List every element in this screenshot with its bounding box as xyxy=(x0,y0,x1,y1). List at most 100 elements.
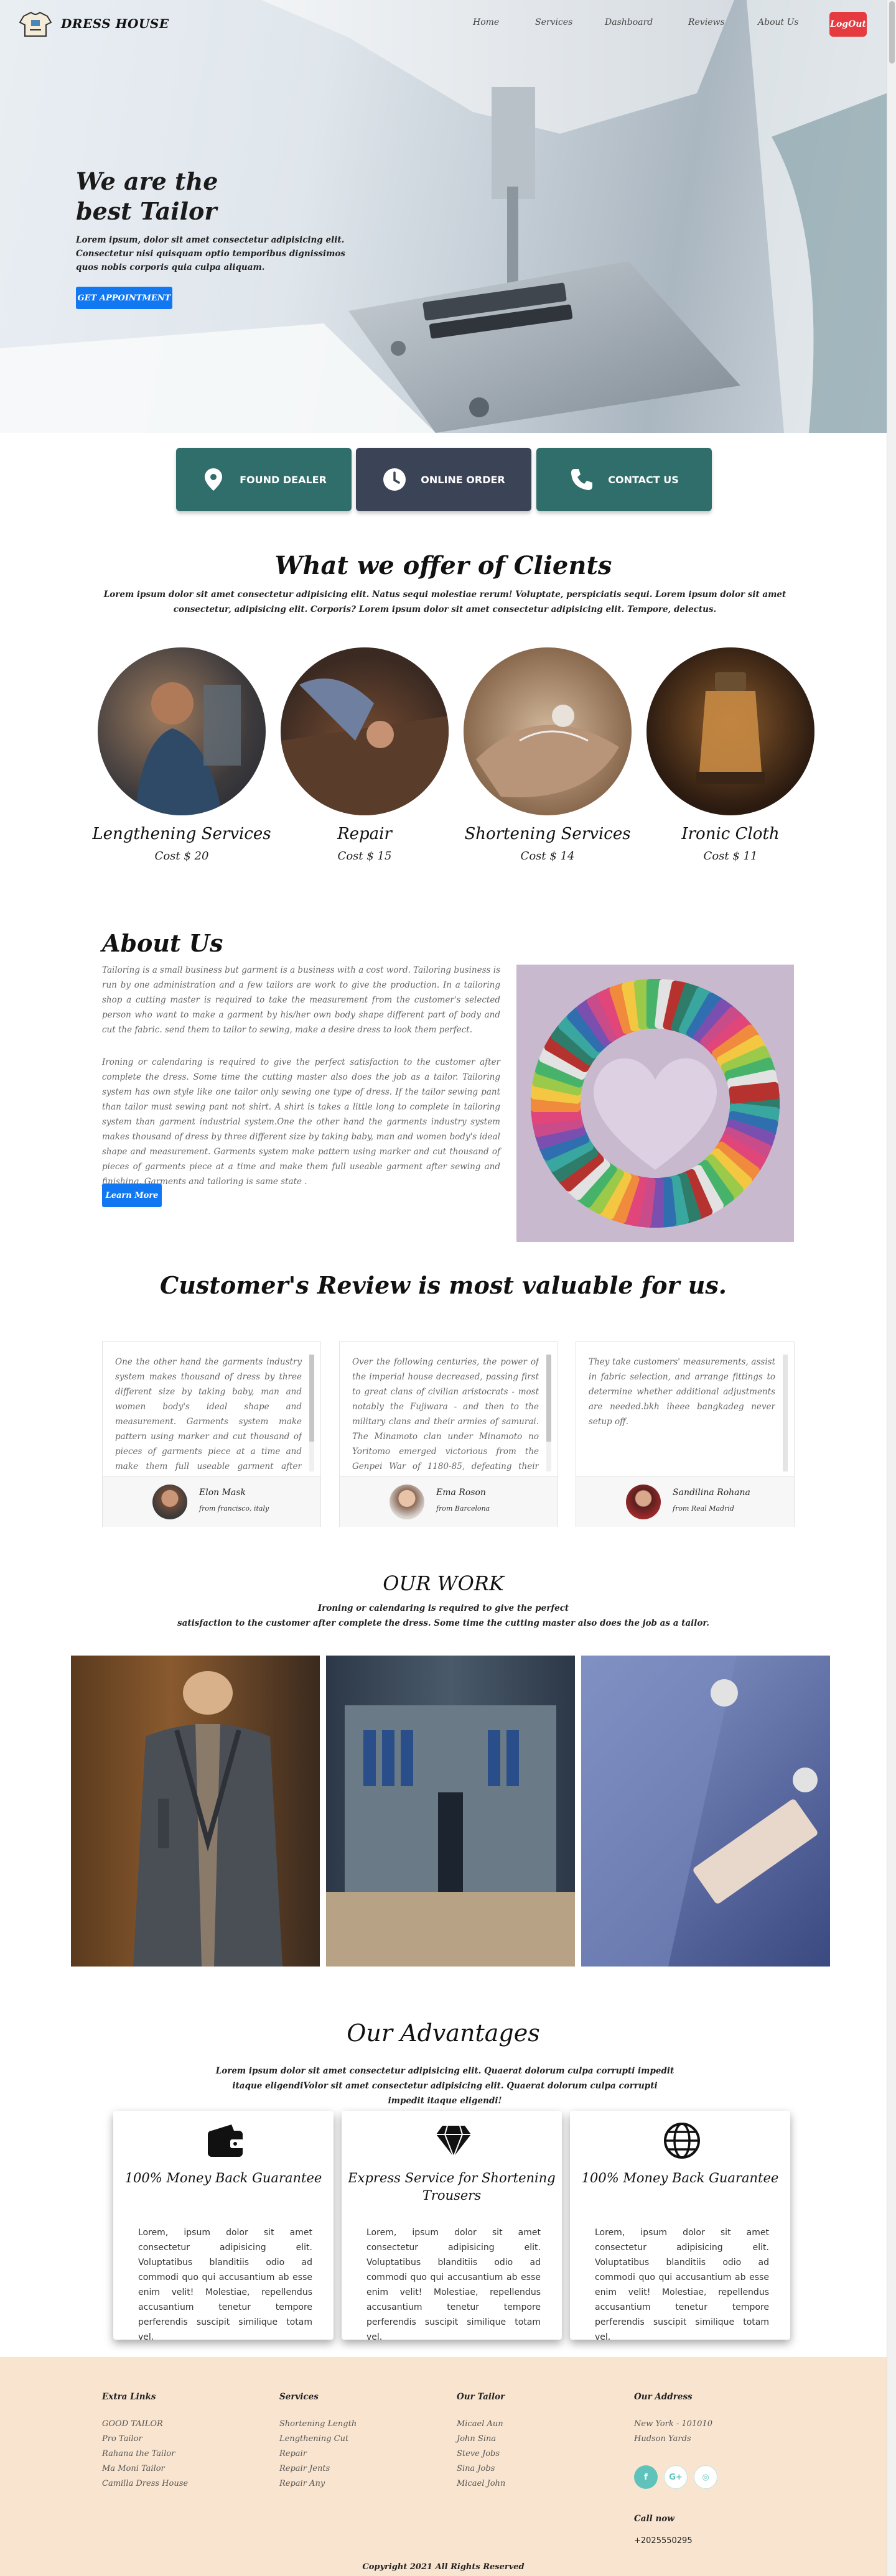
footer-link[interactable]: Sina Jobs xyxy=(457,2462,495,2476)
service-name-ironic-cloth: Ironic Cloth xyxy=(681,825,780,843)
footer-heading-services: Services xyxy=(279,2392,319,2402)
review-scrollbar-thumb[interactable] xyxy=(309,1355,314,1442)
online-order-label: ONLINE ORDER xyxy=(421,473,505,486)
avatar xyxy=(626,1485,661,1519)
footer-link[interactable]: Repair xyxy=(279,2447,307,2462)
review-scrollbar-thumb[interactable] xyxy=(783,1355,788,1471)
footer-phone[interactable]: +2025550295 xyxy=(634,2534,693,2549)
about-paragraph-2: Ironing or calendaring is required to gi… xyxy=(102,1057,500,1187)
footer-address: New York - 101010 Hudson Yards xyxy=(634,2419,712,2444)
about-title: About Us xyxy=(102,929,223,957)
thread-heart-image xyxy=(516,965,794,1242)
facebook-icon[interactable]: f xyxy=(634,2465,658,2489)
advantage-title: 100% Money Back Guarantee xyxy=(581,2171,779,2185)
review-scrollbar[interactable] xyxy=(546,1355,551,1471)
globe-icon xyxy=(664,2123,700,2159)
footer-link[interactable]: Micael Aun xyxy=(457,2417,503,2432)
offer-subtitle: Lorem ipsum dolor sit amet consectetur a… xyxy=(103,590,786,614)
service-name-shortening: Shortening Services xyxy=(464,825,631,843)
reviewer-location: from Barcelona xyxy=(436,1504,490,1513)
google-plus-icon[interactable]: G+ xyxy=(664,2465,688,2489)
found-dealer-button[interactable]: FOUND DEALER xyxy=(176,448,352,511)
offer-title: What we offer of Clients xyxy=(274,551,612,580)
review-card: Over the following centuries, the power … xyxy=(339,1341,558,1527)
found-dealer-label: FOUND DEALER xyxy=(240,473,327,486)
footer-heading-our-tailor: Our Tailor xyxy=(457,2392,505,2402)
advantage-card: 100% Money Back Guarantee Lorem, ipsum d… xyxy=(570,2111,790,2342)
get-appointment-button[interactable]: GET APPOINTMENT xyxy=(76,287,172,309)
advantage-title: Express Service for Shortening Trousers xyxy=(348,2171,556,2203)
service-name-repair: Repair xyxy=(337,825,392,843)
advantage-card: 100% Money Back Guarantee Lorem, ipsum d… xyxy=(113,2111,334,2342)
reviewer-name: Ema Roson xyxy=(436,1488,486,1498)
contact-us-label: CONTACT US xyxy=(608,473,679,486)
review-scrollbar[interactable] xyxy=(309,1355,314,1471)
review-text: They take customers' measurements, assis… xyxy=(589,1357,775,1427)
footer-link[interactable]: Camilla Dress House xyxy=(102,2476,188,2491)
service-name-lengthening: Lengthening Services xyxy=(92,825,271,843)
hero-text: Lorem ipsum, dolor sit amet consectetur … xyxy=(76,235,346,272)
footer-link[interactable]: John Sina xyxy=(457,2432,496,2447)
lengthening-image xyxy=(98,647,266,815)
advantage-card: Express Service for Shortening Trousers … xyxy=(342,2111,562,2342)
advantage-text: Lorem, ipsum dolor sit amet consectetur … xyxy=(138,2228,312,2342)
footer-call-heading: Call now xyxy=(634,2514,674,2524)
review-scrollbar[interactable] xyxy=(783,1355,788,1471)
contact-us-button[interactable]: CONTACT US xyxy=(536,448,712,511)
avatar xyxy=(152,1485,187,1519)
service-cost-ironic-cloth: Cost $ 11 xyxy=(703,850,758,863)
ironic-cloth-image xyxy=(646,647,814,815)
wallet-icon xyxy=(208,2124,244,2157)
footer-link[interactable]: Ma Moni Tailor xyxy=(102,2462,165,2476)
review-text: Over the following centuries, the power … xyxy=(352,1357,539,1471)
shirt-logo-icon[interactable] xyxy=(19,10,52,39)
hero-title: We are the best Tailor xyxy=(76,167,218,225)
reviewer-name: Elon Mask xyxy=(199,1488,246,1498)
suit-image xyxy=(71,1656,320,1967)
hero-section: DRESS HOUSE Home Services Dashboard Revi… xyxy=(0,0,887,433)
nav-reviews[interactable]: Reviews xyxy=(688,17,725,27)
review-footer: Ema Roson from Barcelona xyxy=(340,1476,558,1527)
footer-link[interactable]: GOOD TAILOR xyxy=(102,2417,163,2432)
footer-heading-address: Our Address xyxy=(634,2392,693,2402)
footer-link[interactable]: Pro Tailor xyxy=(102,2432,142,2447)
avatar xyxy=(390,1485,424,1519)
reviewer-location: from francisco, italy xyxy=(199,1504,269,1513)
service-cost-repair: Cost $ 15 xyxy=(337,850,392,863)
footer-link[interactable]: Repair Jents xyxy=(279,2462,330,2476)
nav-services[interactable]: Services xyxy=(535,17,572,27)
online-order-button[interactable]: ONLINE ORDER xyxy=(356,448,531,511)
reviewer-location: from Real Madrid xyxy=(673,1504,734,1513)
footer-link[interactable]: Micael John xyxy=(457,2476,505,2491)
about-paragraph-1: Tailoring is a small business but garmen… xyxy=(102,965,500,1035)
work-line-2: satisfaction to the customer after compl… xyxy=(177,1618,709,1628)
footer-link[interactable]: Steve Jobs xyxy=(457,2447,500,2462)
footer-link[interactable]: Lengthening Cut xyxy=(279,2432,348,2447)
review-footer: Elon Mask from francisco, italy xyxy=(103,1476,320,1527)
footer-link[interactable]: Rahana the Tailor xyxy=(102,2447,175,2462)
instagram-icon[interactable]: ◎ xyxy=(694,2465,717,2489)
nav-home[interactable]: Home xyxy=(473,17,499,27)
footer-link[interactable]: Shortening Length xyxy=(279,2417,357,2432)
reviewer-name: Sandilina Rohana xyxy=(673,1488,750,1498)
logout-button[interactable]: LogOut xyxy=(829,12,867,37)
footer-link[interactable]: Repair Any xyxy=(279,2476,325,2491)
review-text: One the other hand the garments industry… xyxy=(115,1357,302,1471)
diamond-icon xyxy=(436,2125,471,2159)
repair-image xyxy=(281,647,449,815)
phone-icon xyxy=(571,469,593,490)
review-card: One the other hand the garments industry… xyxy=(102,1341,321,1527)
work-line-1: Ironing or calendaring is required to gi… xyxy=(317,1603,569,1613)
clock-icon xyxy=(383,468,406,491)
scrollbar-thumb[interactable] xyxy=(889,1,895,63)
review-footer: Sandilina Rohana from Real Madrid xyxy=(576,1476,794,1527)
review-scrollbar-thumb[interactable] xyxy=(546,1355,551,1442)
nav-dashboard[interactable]: Dashboard xyxy=(605,17,653,27)
page-scrollbar[interactable] xyxy=(887,0,896,2576)
footer-heading-extra-links: Extra Links xyxy=(102,2392,156,2402)
learn-more-button[interactable]: Learn More xyxy=(102,1184,162,1207)
reviews-title: Customer's Review is most valuable for u… xyxy=(160,1271,727,1299)
advantage-text: Lorem, ipsum dolor sit amet consectetur … xyxy=(366,2228,541,2342)
brand-name[interactable]: DRESS HOUSE xyxy=(61,16,169,31)
nav-about-us[interactable]: About Us xyxy=(758,17,799,27)
